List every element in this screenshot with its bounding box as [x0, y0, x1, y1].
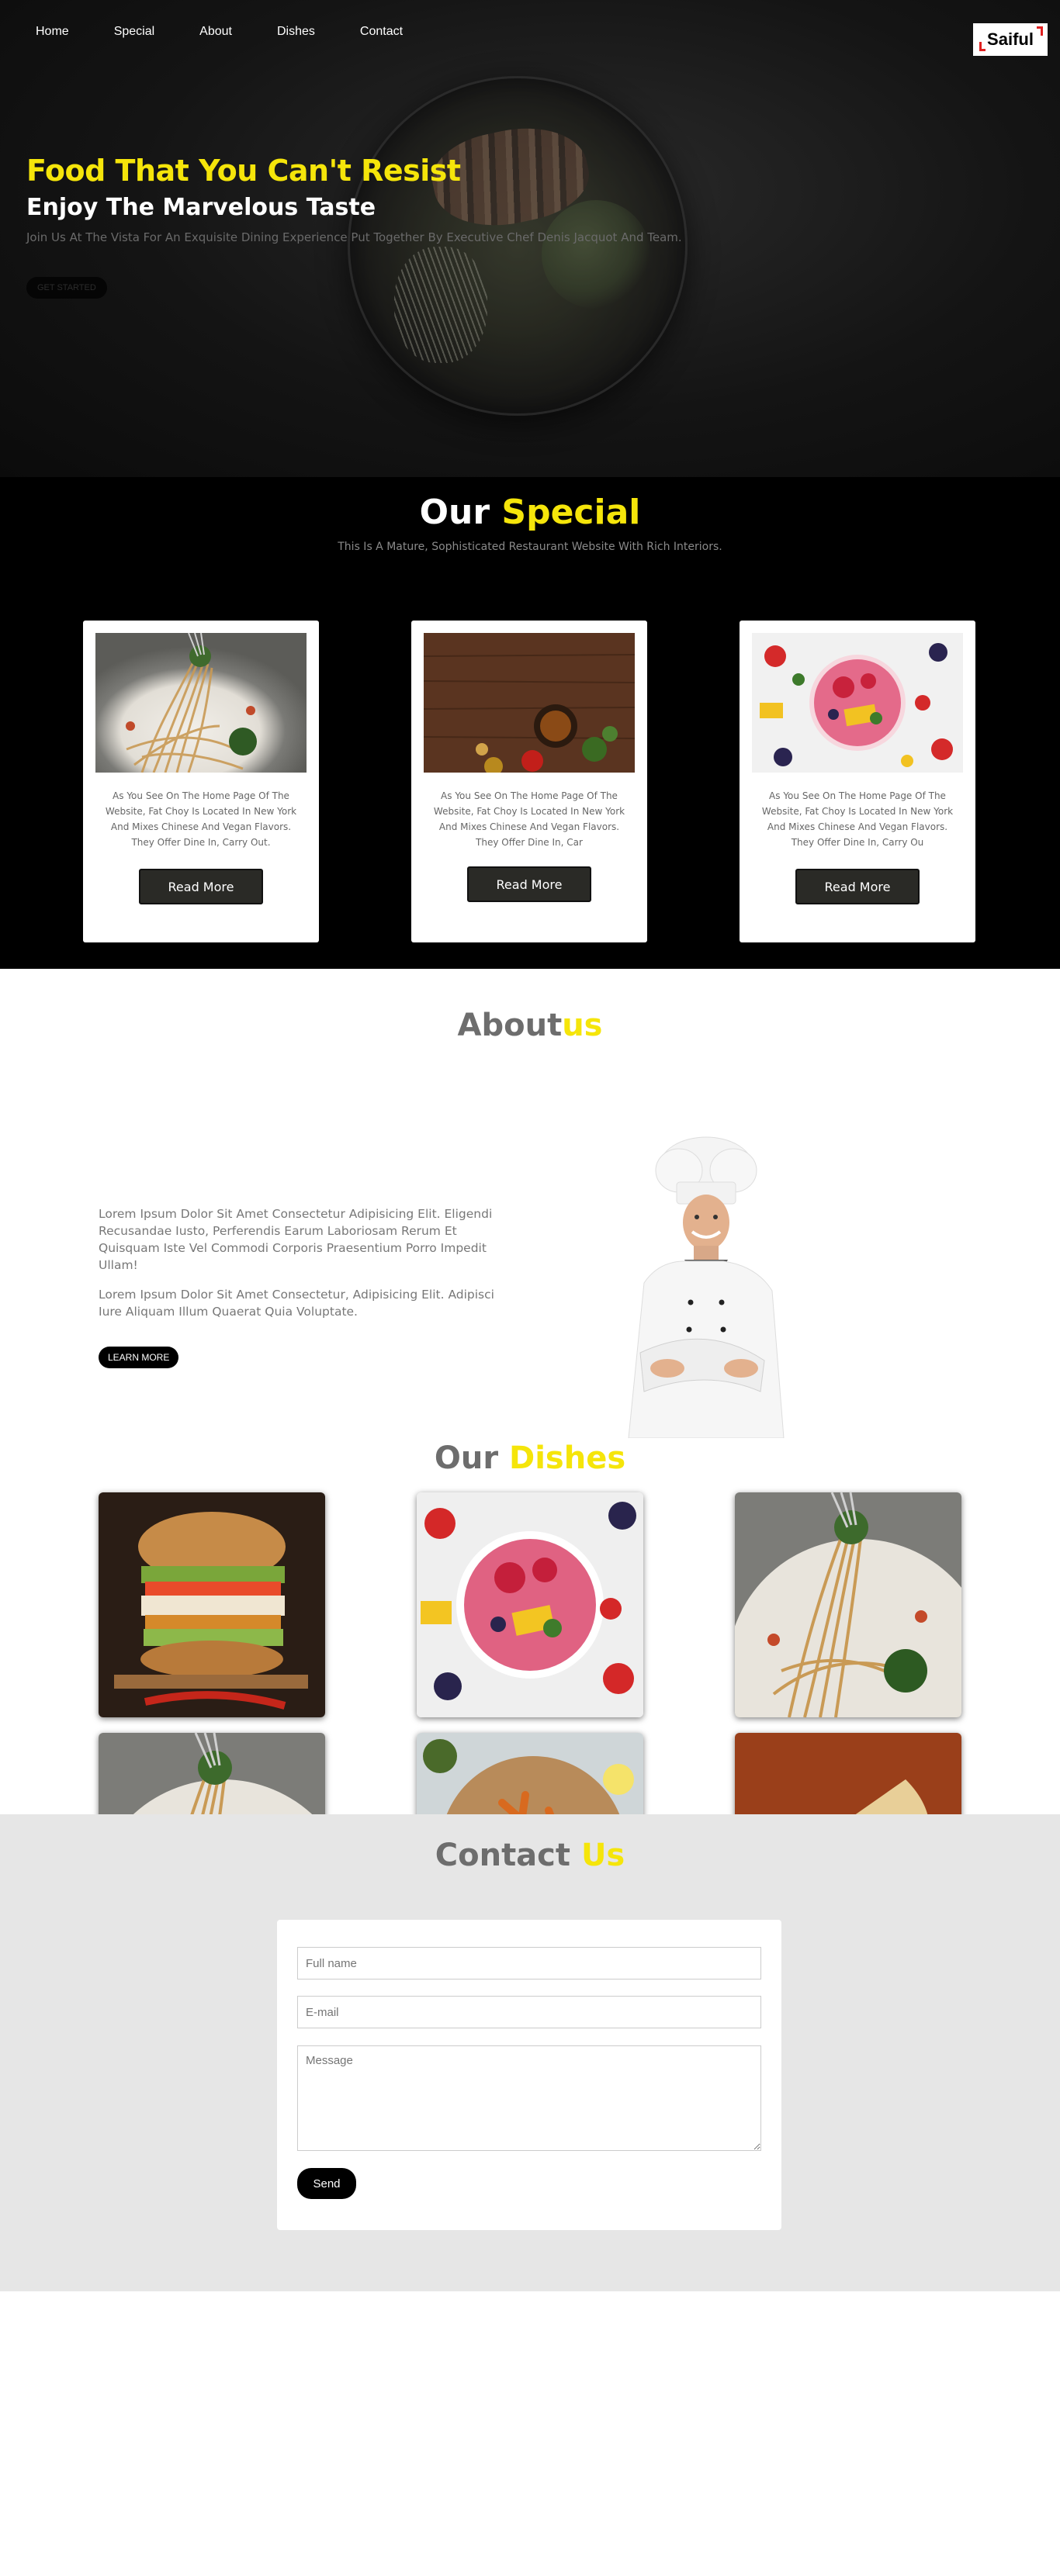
about-text: Lorem Ipsum Dolor Sit Amet Consectetur A…	[99, 1205, 518, 1320]
special-cards: As You See On The Home Page Of The Websi…	[83, 621, 975, 942]
read-more-button[interactable]: Read More	[795, 869, 920, 904]
special-card: As You See On The Home Page Of The Websi…	[740, 621, 975, 942]
logo-text: Saiful	[987, 29, 1034, 49]
nav-home[interactable]: Home	[36, 25, 69, 39]
nav-special[interactable]: Special	[114, 25, 154, 39]
contact-form: Send	[277, 1920, 781, 2230]
spaghetti-image	[95, 632, 307, 773]
get-started-button[interactable]: GET STARTED	[26, 277, 107, 299]
hero-section: Home Special About Dishes Contact Saiful…	[0, 0, 1060, 477]
spaghetti-image[interactable]	[735, 1492, 961, 1717]
special-card-text: As You See On The Home Page Of The Websi…	[105, 790, 297, 848]
hero-content: Food That You Can't Resist Enjoy The Mar…	[26, 154, 709, 299]
contact-title: Contact Us	[435, 1838, 625, 1873]
send-button[interactable]: Send	[297, 2168, 356, 2199]
about-paragraph-1: Lorem Ipsum Dolor Sit Amet Consectetur A…	[99, 1207, 493, 1272]
chef-image	[598, 1136, 799, 1439]
about-title: Aboutus	[457, 1008, 603, 1043]
read-more-button[interactable]: Read More	[139, 869, 263, 904]
burger-image[interactable]	[99, 1492, 325, 1717]
message-field[interactable]	[297, 2045, 761, 2151]
nav-dishes[interactable]: Dishes	[277, 25, 315, 39]
read-more-button[interactable]: Read More	[467, 866, 591, 902]
hero-description: Join Us At The Vista For An Exquisite Di…	[26, 230, 682, 244]
about-section: Aboutus Lorem Ipsum Dolor Sit Amet Conse…	[0, 969, 1060, 1465]
nav-about[interactable]: About	[199, 25, 232, 39]
fruit-bowl-image	[752, 633, 963, 773]
special-title: Our Special	[419, 493, 641, 532]
about-paragraph-2: Lorem Ipsum Dolor Sit Amet Consectetur, …	[99, 1288, 494, 1319]
contact-section: Contact Us Send	[0, 1814, 1060, 2291]
special-card: As You See On The Home Page Of The Websi…	[83, 621, 319, 942]
main-nav: Home Special About Dishes Contact	[23, 25, 403, 39]
dishes-title: Our Dishes	[434, 1440, 626, 1476]
special-section: Our Special This Is A Mature, Sophistica…	[0, 477, 1060, 969]
special-card-text: As You See On The Home Page Of The Websi…	[433, 790, 625, 848]
site-logo[interactable]: Saiful	[973, 23, 1048, 56]
nav-contact[interactable]: Contact	[360, 25, 403, 39]
wood-table-ingredients-image	[423, 633, 636, 776]
footer-strip	[0, 2291, 1060, 2301]
email-field[interactable]	[297, 1996, 761, 2028]
hero-title: Food That You Can't Resist	[26, 154, 461, 188]
dishes-section: Our Dishes	[0, 1440, 1060, 1958]
special-card-text: As You See On The Home Page Of The Websi…	[761, 790, 954, 848]
fruit-bowl-image[interactable]	[417, 1492, 643, 1717]
full-name-field[interactable]	[297, 1947, 761, 1980]
learn-more-button[interactable]: LEARN MORE	[99, 1347, 179, 1368]
special-card: As You See On The Home Page Of The Websi…	[411, 621, 647, 942]
hero-subtitle: Enjoy The Marvelous Taste	[26, 194, 376, 221]
special-subtitle: This Is A Mature, Sophisticated Restaura…	[338, 541, 722, 553]
